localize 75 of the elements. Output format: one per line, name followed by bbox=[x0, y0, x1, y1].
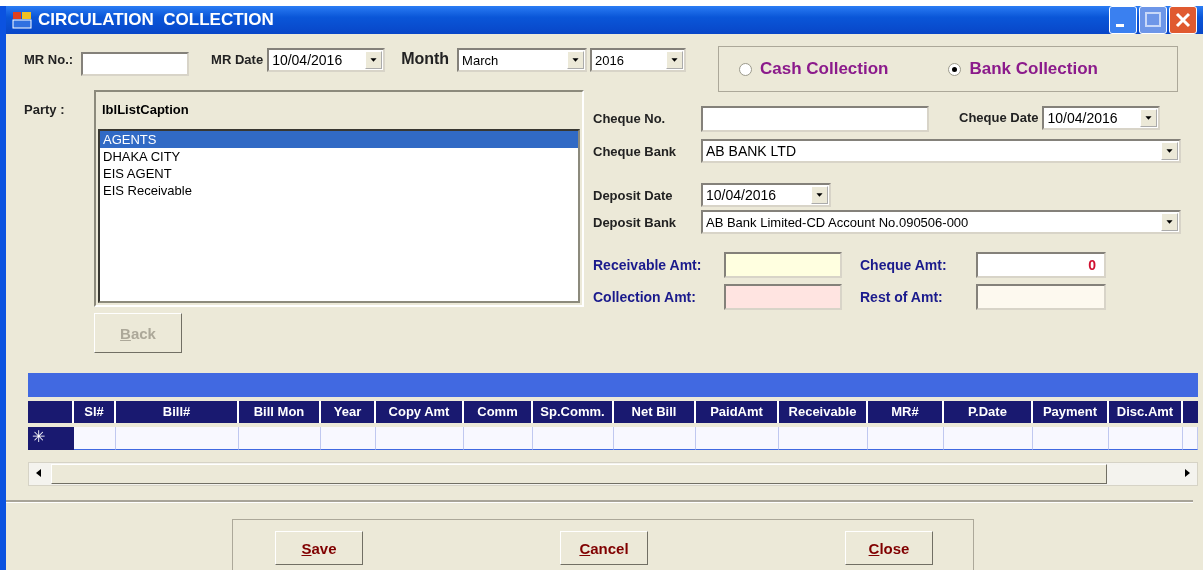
table-cell[interactable] bbox=[944, 427, 1033, 450]
bank-dropdown[interactable]: AB BANK LTD bbox=[701, 139, 1181, 163]
radio-button[interactable] bbox=[948, 62, 962, 76]
radio-option[interactable]: Cash Collection bbox=[739, 59, 889, 79]
amount-field[interactable] bbox=[724, 284, 842, 310]
column-header[interactable]: Payment bbox=[1033, 401, 1109, 423]
table-cell[interactable] bbox=[614, 427, 696, 450]
list-item[interactable]: AGENTS bbox=[100, 131, 578, 148]
row-header-corner bbox=[28, 401, 74, 423]
radio-option[interactable]: Bank Collection bbox=[948, 59, 1098, 79]
amount-field[interactable] bbox=[976, 284, 1106, 310]
table-cell[interactable] bbox=[116, 427, 239, 450]
mr-number-field[interactable] bbox=[81, 52, 190, 76]
amount-label: Receivable Amt: bbox=[593, 257, 703, 273]
cheque-number-field[interactable] bbox=[701, 106, 929, 132]
table-cell[interactable] bbox=[376, 427, 464, 450]
field-label: Cheque No. bbox=[593, 110, 667, 126]
year-dropdown[interactable]: 2016 bbox=[590, 48, 687, 72]
date-picker[interactable]: 10/04/2016 bbox=[1042, 106, 1161, 130]
field-label: MR No.: bbox=[24, 52, 74, 67]
column-header[interactable]: Net Bill bbox=[614, 401, 696, 423]
table-cell[interactable] bbox=[1033, 427, 1109, 450]
action-button[interactable]: Close bbox=[845, 531, 933, 565]
action-button[interactable]: Save bbox=[275, 531, 363, 565]
table-cell[interactable] bbox=[464, 427, 533, 450]
column-header[interactable]: Disc.Amt bbox=[1109, 401, 1183, 423]
table-cell[interactable] bbox=[1109, 427, 1183, 450]
list-item[interactable]: DHAKA CITY bbox=[100, 148, 578, 165]
close-icon[interactable] bbox=[1169, 6, 1197, 34]
table-cell[interactable] bbox=[239, 427, 321, 450]
column-header[interactable]: Bill Mon bbox=[239, 401, 321, 423]
amount-field[interactable] bbox=[724, 252, 842, 278]
field-label: Cheque Bank bbox=[593, 143, 678, 159]
field-label: Cheque Date bbox=[959, 110, 1039, 125]
column-header[interactable]: MR# bbox=[868, 401, 944, 423]
new-row-marker: ✳ bbox=[28, 427, 74, 450]
list-item[interactable]: EIS Receivable bbox=[100, 182, 578, 199]
bank-dropdown[interactable]: AB Bank Limited-CD Account No.090506-000 bbox=[701, 210, 1181, 234]
window-title: CIRCULATION COLLECTION bbox=[38, 10, 274, 30]
table-cell[interactable] bbox=[533, 427, 614, 450]
column-header[interactable]: Sl# bbox=[74, 401, 116, 423]
field-label: Month bbox=[401, 50, 450, 68]
date-picker[interactable]: 10/04/2016 bbox=[701, 183, 831, 207]
amount-label: Cheque Amt: bbox=[859, 257, 948, 273]
table-cell[interactable] bbox=[1183, 427, 1198, 450]
minimize-icon[interactable] bbox=[1109, 6, 1137, 34]
column-header[interactable]: Year bbox=[321, 401, 376, 423]
column-header[interactable]: Sp.Comm. bbox=[533, 401, 614, 423]
column-header[interactable]: Receivable bbox=[779, 401, 868, 423]
app-icon bbox=[12, 11, 32, 29]
date-picker[interactable]: 10/04/2016 bbox=[267, 48, 386, 72]
column-header[interactable]: Bill# bbox=[116, 401, 239, 423]
column-header[interactable]: Comm bbox=[464, 401, 533, 423]
amount-label: Rest of Amt: bbox=[859, 289, 944, 305]
field-label: Deposit Bank bbox=[593, 214, 678, 230]
party-list[interactable]: AGENTS DHAKA CITY EIS AGENT EIS Receivable bbox=[98, 129, 580, 303]
column-header[interactable]: Copy Amt bbox=[376, 401, 464, 423]
column-header[interactable]: PaidAmt bbox=[696, 401, 779, 423]
amount-label: Collection Amt: bbox=[593, 289, 697, 305]
action-button[interactable]: Cancel bbox=[560, 531, 648, 565]
table-cell[interactable] bbox=[868, 427, 944, 450]
field-label: Deposit Date bbox=[593, 187, 674, 203]
column-header[interactable]: P.Date bbox=[944, 401, 1033, 423]
list-item[interactable]: EIS AGENT bbox=[100, 165, 578, 182]
field-label: Party : bbox=[24, 102, 66, 119]
maximize-icon[interactable] bbox=[1139, 6, 1167, 34]
table-cell[interactable] bbox=[779, 427, 868, 450]
field-label: MR Date bbox=[211, 52, 264, 67]
table-cell[interactable] bbox=[74, 427, 116, 450]
table-cell[interactable] bbox=[321, 427, 376, 450]
radio-button[interactable] bbox=[739, 62, 752, 76]
list-caption: lblListCaption bbox=[101, 101, 190, 119]
table-cell[interactable] bbox=[696, 427, 779, 450]
amount-field[interactable]: 0 bbox=[976, 252, 1106, 278]
month-dropdown[interactable]: March bbox=[457, 48, 588, 72]
